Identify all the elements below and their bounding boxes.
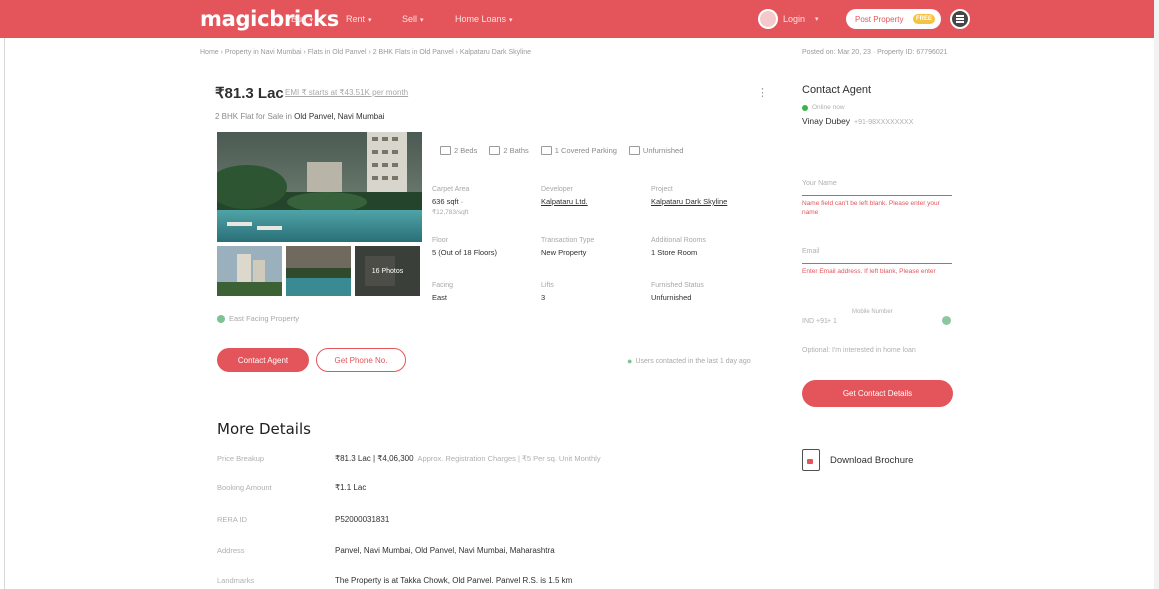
email-field[interactable]: Email Enter Email address. If left blank… <box>802 248 952 276</box>
top-navigation-bar: magicbricks Buy ▾ Rent ▾ Sell ▾ Home Loans ▾… <box>0 0 1159 38</box>
bath-icon <box>489 146 501 155</box>
photo-count: 16 Photos <box>355 246 420 296</box>
user-avatar-icon <box>758 9 778 29</box>
detail-row-price-breakup: Price Breakup ₹81.3 Lac | ₹4,06,300 Appr… <box>217 453 601 463</box>
parking-icon <box>540 146 552 155</box>
online-status-icon <box>802 104 808 111</box>
main-property-photo[interactable] <box>217 132 422 242</box>
contact-agent-button[interactable]: Contact Agent <box>217 348 309 372</box>
user-login[interactable]: Login ▾ <box>758 8 819 30</box>
more-details-title: More Details <box>217 420 311 438</box>
page-edge <box>4 38 5 589</box>
chevron-down-icon: ▾ <box>815 16 819 23</box>
chevron-down-icon: ▾ <box>368 17 372 24</box>
home-loan-option[interactable]: Optional: I'm interested in home loan <box>802 347 916 354</box>
spec-additional-rooms: Additional Rooms 1 Store Room <box>651 237 706 257</box>
compass-icon <box>217 314 225 323</box>
nav-buy[interactable]: Buy ▾ <box>291 14 313 24</box>
project-link[interactable]: Kalpataru Dark Skyline <box>651 197 781 206</box>
nav-rent[interactable]: Rent ▾ <box>346 14 372 24</box>
breadcrumb[interactable]: Home › Property in Navi Mumbai › Flats i… <box>200 49 531 56</box>
nav-home-loans[interactable]: Home Loans ▾ <box>455 14 513 24</box>
country-code-select[interactable]: IND +91 <box>802 318 828 325</box>
share-icon[interactable]: ⋮ <box>757 86 768 99</box>
sofa-icon <box>628 146 640 155</box>
post-property-button[interactable]: Post Property FREE <box>846 9 941 29</box>
detail-row-address: Address Panvel, Navi Mumbai, Old Panvel,… <box>217 545 555 555</box>
emi-link[interactable]: EMI ₹ starts at ₹43.51K per month <box>285 88 408 97</box>
agent-status: Online now <box>802 104 845 111</box>
photo-thumbnail[interactable] <box>217 246 282 296</box>
get-phone-number-button[interactable]: Get Phone No. <box>316 348 406 372</box>
user-icon: ● <box>627 356 633 366</box>
nav-sell[interactable]: Sell ▾ <box>402 14 424 24</box>
beds-summary: 2 Beds <box>440 146 477 155</box>
east-facing-tag: East Facing Property <box>217 314 299 323</box>
photo-thumbnail-more[interactable]: 16 Photos <box>355 246 420 296</box>
hamburger-menu-icon[interactable] <box>950 9 970 29</box>
agent-name: Vinay Dubey +91-98XXXXXXXX <box>802 116 914 126</box>
spec-project: Project Kalpataru Dark Skyline <box>651 186 781 206</box>
listing-subtitle: 2 BHK Flat for Sale in Old Panvel, Navi … <box>215 112 385 121</box>
activity-note: ● Users contacted in the last 1 day ago <box>627 356 751 366</box>
contact-agent-title: Contact Agent <box>802 84 872 96</box>
listing-location[interactable]: Old Panvel, Navi Mumbai <box>294 112 384 121</box>
chevron-down-icon: ▾ <box>420 17 424 24</box>
detail-row-booking-amount: Booking Amount ₹1.1 Lac <box>217 482 367 492</box>
bed-icon <box>440 146 451 155</box>
photo-thumbnail[interactable] <box>286 246 351 296</box>
chevron-down-icon: ▾ <box>309 17 314 24</box>
baths-summary: 2 Baths <box>489 146 529 155</box>
pool-photo <box>217 132 422 242</box>
chevron-down-icon: ▾ <box>509 17 513 24</box>
name-field[interactable]: Your Name Name field can't be left blank… <box>802 180 952 217</box>
listing-price: ₹81.3 Lac <box>215 85 284 102</box>
detail-row-rera-id: RERA ID P52000031831 <box>217 514 390 524</box>
parking-summary: 1 Covered Parking <box>540 146 617 155</box>
whatsapp-icon <box>942 316 951 325</box>
magicbricks-logo[interactable]: magicbricks <box>200 7 339 31</box>
page-edge <box>1154 0 1159 589</box>
free-badge: FREE <box>913 14 935 24</box>
spec-furnished-status: Furnished Status Unfurnished <box>651 282 704 302</box>
email-error-message: Enter Email address. If left blank, Plea… <box>802 268 936 275</box>
posted-info: Posted on: Mar 20, 23 · Property ID: 677… <box>802 49 948 56</box>
furnishing-summary: Unfurnished <box>628 146 683 155</box>
amenities-summary: 2 Beds 2 Baths 1 Covered Parking Unfurni… <box>440 146 683 155</box>
mobile-number-input[interactable]: + 1 <box>827 318 837 325</box>
pdf-file-icon <box>802 449 820 471</box>
download-brochure-link[interactable]: Download Brochure <box>802 449 913 471</box>
detail-row-landmarks: Landmarks The Property is at Takka Chowk… <box>217 575 573 585</box>
get-contact-details-button[interactable]: Get Contact Details <box>802 380 953 407</box>
name-error-message: Name field can't be left blank. Please e… <box>802 200 940 216</box>
